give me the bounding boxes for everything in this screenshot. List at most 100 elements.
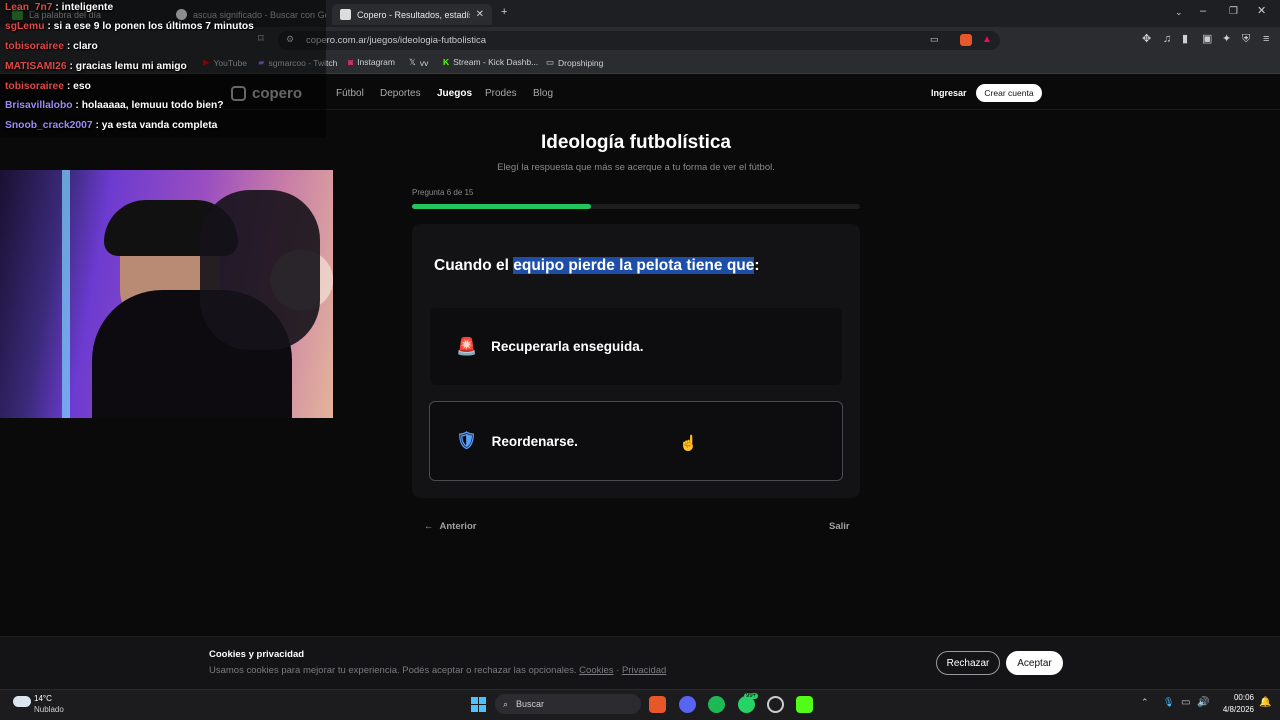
taskbar-search[interactable]: ⌕ Buscar: [495, 694, 641, 714]
chat-username[interactable]: MATISAMI26: [5, 61, 67, 72]
discord-icon[interactable]: [679, 696, 696, 713]
signup-button[interactable]: Crear cuenta: [976, 84, 1042, 102]
webcam-feed: [0, 170, 333, 418]
chat-text: : inteligente: [55, 2, 114, 13]
cookie-text: Usamos cookies para mejorar tu experienc…: [209, 665, 666, 676]
chat-message: Brisavillalobo : holaaaaa, lemuuu todo b…: [5, 100, 224, 111]
folder-icon: ▭: [546, 57, 555, 67]
exit-button[interactable]: Salir: [829, 521, 850, 532]
brave-browser-icon[interactable]: [649, 696, 666, 713]
nav-juegos[interactable]: Juegos: [437, 88, 472, 99]
minimize-icon[interactable]: –: [1200, 6, 1206, 17]
chat-message: sgLemu : si a ese 9 lo ponen los últimos…: [5, 21, 254, 32]
close-tab-icon[interactable]: ✕: [476, 9, 484, 20]
cloud-icon: [13, 696, 31, 707]
windows-start-icon[interactable]: [471, 697, 486, 712]
nav-futbol[interactable]: Fútbol: [336, 88, 364, 99]
kick-icon: K: [443, 57, 450, 67]
login-link[interactable]: Ingresar: [931, 88, 967, 98]
wallet-icon[interactable]: ▣: [1202, 34, 1212, 45]
leo-ai-icon[interactable]: ✦: [1222, 34, 1231, 45]
kick-app-icon[interactable]: [796, 696, 813, 713]
bookmark-label: Dropshiping: [558, 57, 604, 68]
weather-temp[interactable]: 14°C: [34, 694, 52, 703]
back-button[interactable]: ← Anterior: [424, 521, 476, 532]
progress-fill: [412, 204, 592, 209]
chat-username[interactable]: tobisorairee: [5, 81, 64, 92]
arrow-left-icon: ←: [424, 521, 434, 532]
steam-icon[interactable]: [767, 696, 784, 713]
cast-icon[interactable]: ▭: [930, 35, 939, 44]
extensions-icon[interactable]: ✥: [1142, 34, 1151, 45]
brave-rewards-icon[interactable]: ▲: [982, 34, 992, 45]
chat-message: Snoob_crack2007 : ya esta vanda completa: [5, 120, 217, 131]
vpn-shield-icon[interactable]: ⛨: [1242, 34, 1250, 45]
maximize-icon[interactable]: ❐: [1229, 7, 1238, 17]
nav-deportes[interactable]: Deportes: [380, 88, 421, 99]
nav-prodes[interactable]: Prodes: [485, 88, 517, 99]
url-text: copero.com.ar/juegos/ideologia-futbolist…: [306, 35, 487, 46]
nav-blog[interactable]: Blog: [533, 88, 553, 99]
bookmark-label: vv: [419, 57, 429, 68]
chat-username[interactable]: Brisavillalobo: [5, 100, 73, 111]
chat-username[interactable]: Snoob_crack2007: [5, 120, 93, 131]
new-tab-icon[interactable]: +: [501, 7, 507, 18]
gaming-chair: [200, 190, 320, 350]
weather-text[interactable]: Nublado: [34, 705, 64, 714]
shield-icon: 🛡: [456, 431, 478, 450]
cookies-link[interactable]: Cookies: [579, 665, 613, 676]
volume-icon[interactable]: 🔊: [1197, 698, 1209, 708]
reject-cookies-button[interactable]: Rechazar: [936, 651, 1000, 675]
clock-time[interactable]: 00:06: [1228, 693, 1254, 702]
separator: ·: [616, 665, 620, 676]
browser-tab-active[interactable]: Copero - Resultados, estadísticas ✕: [332, 4, 492, 25]
chat-username[interactable]: tobisorairee: [5, 41, 64, 52]
privacy-link[interactable]: Privacidad: [622, 665, 666, 676]
notifications-icon[interactable]: 🔔: [1259, 698, 1271, 708]
chat-message: tobisorairee : eso: [5, 81, 91, 92]
siren-icon: 🚨: [456, 336, 478, 356]
network-icon[interactable]: ▭: [1181, 698, 1190, 708]
chat-username[interactable]: sgLemu: [5, 21, 44, 32]
menu-icon[interactable]: ≡: [1263, 34, 1269, 45]
tab-search-icon[interactable]: ⌄: [1175, 8, 1183, 17]
chat-message: tobisorairee : claro: [5, 41, 98, 52]
bookmark-dropshiping[interactable]: ▭ Dropshiping: [546, 57, 603, 68]
spotify-icon[interactable]: [708, 696, 725, 713]
clock-date[interactable]: 4/8/2026: [1216, 705, 1254, 714]
instagram-icon: ◙: [348, 57, 354, 67]
page-subtitle: Elegí la respuesta que más se acerque a …: [497, 162, 775, 173]
window-close-icon[interactable]: ✕: [1257, 6, 1266, 17]
chat-text: : si a ese 9 lo ponen los últimos 7 minu…: [47, 21, 254, 32]
option-reordenarse[interactable]: 🛡 Reordenarse.: [429, 401, 843, 481]
option-recuperar[interactable]: 🚨 Recuperarla enseguida.: [430, 308, 842, 385]
sidebar-icon[interactable]: ▮: [1182, 34, 1188, 45]
bookmark-label: Instagram: [357, 57, 395, 67]
x-icon: 𝕏: [409, 57, 416, 67]
question-prefix: Cuando el: [434, 257, 514, 274]
question-selection: equipo pierde la pelota tiene que: [513, 257, 755, 274]
copero-favicon-icon: [340, 9, 351, 20]
back-label: Anterior: [439, 521, 477, 532]
accept-cookies-button[interactable]: Aceptar: [1006, 651, 1063, 675]
bookmark-instagram[interactable]: ◙ Instagram: [348, 57, 395, 67]
bookmark-label: Stream - Kick Dashb...: [453, 57, 539, 67]
bookmark-vv[interactable]: 𝕏vv: [409, 57, 428, 68]
progress-label: Pregunta 6 de 15: [412, 188, 474, 197]
bookmark-kick[interactable]: K Stream - Kick Dashb...: [443, 57, 538, 67]
tab-label: Copero - Resultados, estadísticas: [357, 9, 470, 20]
progress-bar: [412, 204, 860, 209]
address-bar[interactable]: copero.com.ar/juegos/ideologia-futbolist…: [278, 31, 1000, 50]
microphone-icon[interactable]: 🎙: [1163, 698, 1174, 707]
chat-text: : holaaaaa, lemuuu todo bien?: [75, 100, 224, 111]
search-icon: ⌕: [503, 698, 509, 709]
chat-message: Lean_7n7 : inteligente: [5, 2, 113, 13]
notification-badge: 99+: [744, 693, 759, 699]
brave-shields-icon[interactable]: [960, 34, 972, 46]
cookie-description: Usamos cookies para mejorar tu experienc…: [209, 665, 577, 676]
music-icon[interactable]: ♫: [1163, 34, 1171, 45]
chat-username[interactable]: Lean_7n7: [5, 2, 53, 13]
chevron-up-icon[interactable]: ⌃: [1141, 698, 1149, 707]
chat-text: : eso: [66, 81, 91, 92]
chat-message: MATISAMI26 : gracias lemu mi amigo: [5, 61, 187, 72]
